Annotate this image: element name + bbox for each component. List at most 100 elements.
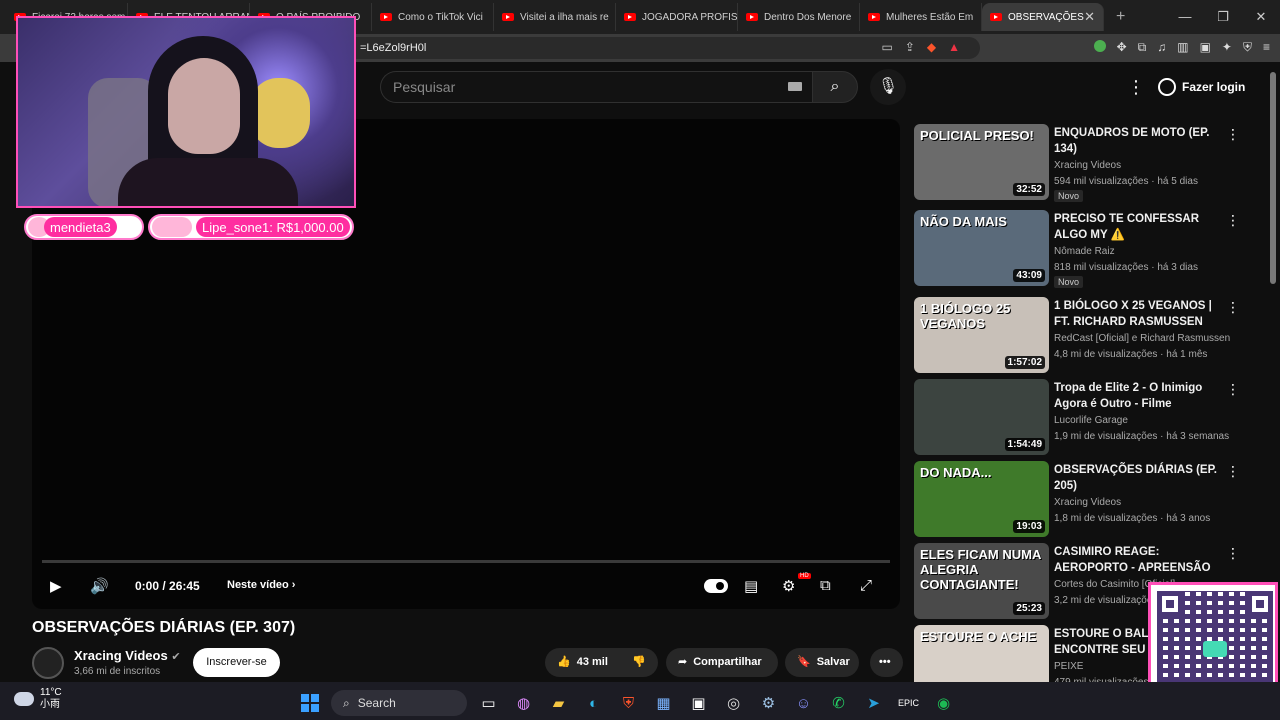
channel-avatar[interactable]	[32, 647, 64, 679]
weather-widget[interactable]: 11°C 小雨	[14, 687, 62, 711]
taskbar-search[interactable]: ⌕ Search	[331, 690, 467, 716]
recommendation-title[interactable]: 1 BIÓLOGO X 25 VEGANOS | FT. RICHARD RAS…	[1054, 298, 1222, 330]
share-icon[interactable]: ⇪	[905, 40, 915, 54]
recommendation-title[interactable]: Tropa de Elite 2 - O Inimigo Agora é Out…	[1054, 380, 1222, 412]
miniplayer-icon[interactable]: ⧉	[820, 577, 831, 594]
volume-icon[interactable]: 🔊	[90, 577, 109, 595]
menu-icon[interactable]: ≡	[1263, 40, 1270, 55]
search-input[interactable]: Pesquisar	[380, 71, 812, 103]
close-window-icon[interactable]: ✕	[1242, 0, 1280, 34]
recommendation-item[interactable]: 1 BIÓLOGO 25 VEGANOS 1:57:02 1 BIÓLOGO X 2…	[914, 297, 1254, 375]
more-options-icon[interactable]: ⋮	[1226, 126, 1240, 143]
recommendation-item[interactable]: 1:54:49 Tropa de Elite 2 - O Inimigo Agor…	[914, 379, 1254, 457]
browser-tab[interactable]: Dentro Dos Menore	[738, 3, 860, 31]
channel-name[interactable]: Xracing Videos ✔	[74, 648, 181, 663]
search-button[interactable]: ⌕	[812, 71, 858, 103]
more-options-icon[interactable]: ⋮	[1226, 212, 1240, 229]
voice-search-button[interactable]: 🎙	[870, 69, 906, 105]
extensions-icon[interactable]: ✥	[1117, 40, 1127, 55]
share-button[interactable]: ➦ Compartilhar	[666, 648, 778, 677]
more-options-icon[interactable]: ⋮	[1226, 463, 1240, 480]
more-options-icon[interactable]: ⋮	[1226, 299, 1240, 316]
discord-icon[interactable]: ☺	[786, 691, 821, 715]
scrollbar[interactable]	[1270, 72, 1276, 284]
new-badge: Novo	[1054, 276, 1084, 288]
subscribe-button[interactable]: Inscrever-se	[193, 648, 280, 677]
recommendation-channel[interactable]: Xracing Videos	[1054, 160, 1234, 171]
dislike-icon[interactable]: 👎	[632, 648, 646, 677]
more-icon: •••	[879, 656, 891, 668]
chrome-icon[interactable]: ◎	[716, 691, 751, 715]
restore-icon[interactable]: ❐	[1204, 0, 1242, 34]
browser-tab[interactable]: Visitei a ilha mais re	[494, 3, 616, 31]
settings-menu-icon[interactable]: ⋮	[1127, 78, 1145, 96]
like-count[interactable]: 43 mil	[577, 648, 608, 677]
brave-icon[interactable]: ⛨	[611, 691, 646, 715]
browser-tab[interactable]: OBSERVAÇÕES ✕	[982, 3, 1104, 31]
recommendation-channel[interactable]: Nômade Raiz	[1054, 246, 1234, 257]
chapters-button[interactable]: Neste vídeo ›	[227, 579, 295, 591]
telegram-icon[interactable]: ➤	[856, 691, 891, 715]
vpn-icon[interactable]: ⛨	[1243, 40, 1252, 55]
minimize-icon[interactable]: —	[1166, 0, 1204, 34]
epic-games-icon[interactable]: EPIC	[891, 691, 926, 715]
keyboard-icon[interactable]	[788, 82, 802, 91]
url-text: =L6eZol9rH0l	[360, 42, 427, 54]
status-dot-icon[interactable]	[1093, 40, 1106, 52]
task-view-icon[interactable]: ▭	[471, 691, 506, 715]
subtitles-icon[interactable]: ▤	[744, 577, 758, 595]
login-button[interactable]: Fazer login	[1158, 74, 1245, 100]
brave-shield-icon[interactable]: ◆	[927, 40, 936, 54]
recommendation-channel[interactable]: Xracing Videos	[1054, 497, 1234, 508]
rewards-icon[interactable]: ▲	[948, 40, 960, 54]
recommendation-title[interactable]: ENQUADROS DE MOTO (EP. 134)	[1054, 125, 1222, 157]
close-tab-icon[interactable]: ✕	[1084, 9, 1095, 25]
video-thumbnail[interactable]: ELES FICAM NUMA ALEGRIA CONTAGIANTE! 25:2…	[914, 543, 1049, 619]
recommendation-title[interactable]: OBSERVAÇÕES DIÁRIAS (EP. 205)	[1054, 462, 1222, 494]
recommendation-channel[interactable]: RedCast [Oficial] e Richard Rasmussen	[1054, 333, 1234, 344]
play-icon[interactable]: ▶	[50, 577, 62, 595]
screenshot-icon[interactable]: ⧉	[1138, 40, 1147, 55]
whatsapp-icon[interactable]: ✆	[821, 691, 856, 715]
settings-gear-icon[interactable]: ⚙	[782, 577, 795, 595]
video-thumbnail[interactable]: NÃO DA MAIS 43:09	[914, 210, 1049, 286]
more-options-icon[interactable]: ⋮	[1226, 545, 1240, 562]
video-thumbnail[interactable]: DO NADA... 19:03	[914, 461, 1049, 537]
more-options-icon[interactable]: ⋮	[1226, 381, 1240, 398]
like-icon[interactable]: 👍	[557, 648, 571, 677]
recommendation-title[interactable]: CASIMIRO REAGE: AEROPORTO - APREENSÃO MI…	[1054, 544, 1222, 576]
progress-bar[interactable]	[42, 560, 890, 563]
thumbnail-text: 1 BIÓLOGO 25 VEGANOS	[920, 301, 1011, 331]
fullscreen-icon[interactable]: ⤢	[860, 577, 872, 594]
recommendation-item[interactable]: DO NADA... 19:03 OBSERVAÇÕES DIÁRIAS (EP. …	[914, 461, 1254, 539]
recommendation-item[interactable]: POLICIAL PRESO! 32:52 ENQUADROS DE MOTO (E…	[914, 124, 1254, 202]
hd-badge: HD	[798, 573, 811, 579]
spotify-icon[interactable]: ◉	[926, 691, 961, 715]
file-explorer-icon[interactable]: ▰	[541, 691, 576, 715]
video-thumbnail[interactable]: 1:54:49	[914, 379, 1049, 455]
video-thumbnail[interactable]: 1 BIÓLOGO 25 VEGANOS 1:57:02	[914, 297, 1049, 373]
recommendation-title[interactable]: PRECISO TE CONFESSAR ALGO MY ⚠️	[1054, 211, 1222, 243]
capcut-icon[interactable]: ▣	[681, 691, 716, 715]
ai-icon[interactable]: ✦	[1222, 40, 1232, 55]
autoplay-toggle[interactable]	[704, 579, 728, 593]
steam-icon[interactable]: ⚙	[751, 691, 786, 715]
browser-tab[interactable]: Mulheres Estão Em	[860, 3, 982, 31]
new-tab-button[interactable]: +	[1116, 8, 1125, 26]
save-button[interactable]: 🔖 Salvar	[785, 648, 859, 677]
browser-tab[interactable]: JOGADORA PROFIS	[616, 3, 738, 31]
music-icon[interactable]: ♫	[1157, 40, 1166, 55]
wallet-icon[interactable]: ▣	[1200, 40, 1211, 55]
cast-icon[interactable]: ▭	[881, 40, 892, 54]
sidebar-icon[interactable]: ▥	[1177, 40, 1188, 55]
address-bar[interactable]: =L6eZol9rH0l	[300, 37, 980, 59]
store-icon[interactable]: ▦	[646, 691, 681, 715]
copilot-icon[interactable]: ◍	[506, 691, 541, 715]
more-actions-button[interactable]: •••	[870, 648, 903, 677]
video-thumbnail[interactable]: POLICIAL PRESO! 32:52	[914, 124, 1049, 200]
start-button[interactable]	[292, 691, 327, 715]
edge-icon[interactable]: ◐	[576, 691, 611, 715]
recommendation-channel[interactable]: Lucorlife Garage	[1054, 415, 1234, 426]
browser-tab[interactable]: Como o TikTok Vici	[372, 3, 494, 31]
recommendation-item[interactable]: NÃO DA MAIS 43:09 PRECISO TE CONFESSAR ALG…	[914, 210, 1254, 288]
